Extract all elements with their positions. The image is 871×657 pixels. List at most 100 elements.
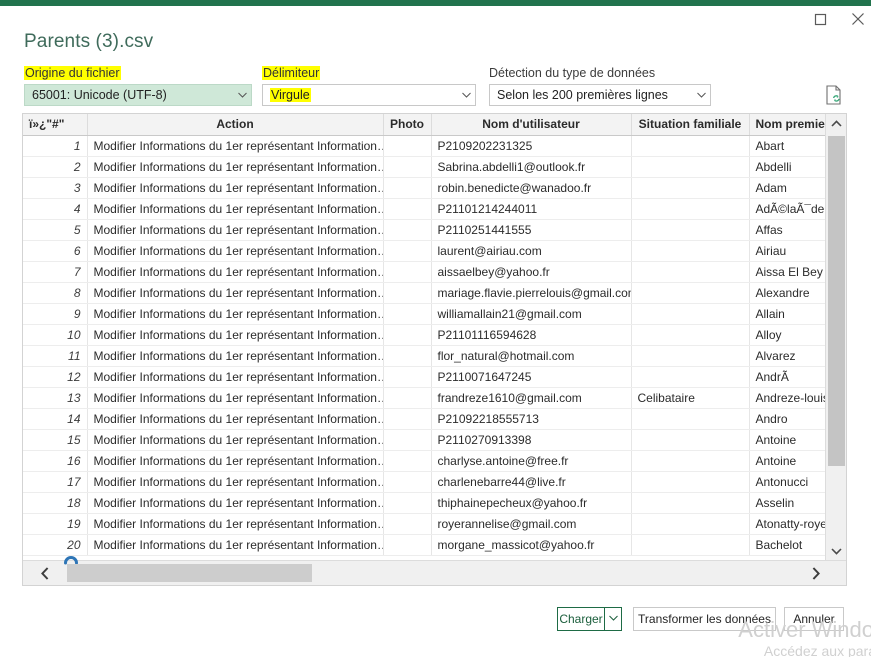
cell-photo bbox=[383, 177, 432, 199]
scroll-down-icon[interactable] bbox=[826, 542, 846, 561]
cell-marital-status bbox=[631, 324, 750, 346]
column-header-username[interactable]: Nom d'utilisateur bbox=[431, 114, 632, 136]
cell-index: 15 bbox=[23, 429, 88, 451]
delimiter-select[interactable]: Virgule bbox=[262, 84, 476, 106]
table-row: 12 Modifier Informations du 1er représent… bbox=[23, 366, 825, 388]
cell-username: royerannelise@gmail.com bbox=[431, 513, 632, 535]
table-row: 16 Modifier Informations du 1er représent… bbox=[23, 450, 825, 472]
horizontal-scroll-thumb[interactable] bbox=[67, 564, 312, 582]
cell-action: Modifier Informations du 1er représentan… bbox=[87, 198, 384, 220]
cell-first-rep-name: AndrÃ bbox=[749, 366, 825, 388]
column-header-photo[interactable]: Photo bbox=[383, 114, 432, 136]
cell-action: Modifier Informations du 1er représentan… bbox=[87, 303, 384, 325]
table-row: 15 Modifier Informations du 1er représent… bbox=[23, 429, 825, 451]
transform-data-button[interactable]: Transformer les données bbox=[633, 607, 776, 631]
cell-first-rep-name: Abdelli bbox=[749, 156, 825, 178]
cell-index: 7 bbox=[23, 261, 88, 283]
cell-username: charlyse.antoine@free.fr bbox=[431, 450, 632, 472]
cell-first-rep-name: Antoine bbox=[749, 429, 825, 451]
cell-first-rep-name: AdÃ©laÃ¯de bbox=[749, 198, 825, 220]
cell-marital-status bbox=[631, 261, 750, 283]
table-row: 6 Modifier Informations du 1er représenta… bbox=[23, 240, 825, 262]
cell-photo bbox=[383, 513, 432, 535]
table-row: 9 Modifier Informations du 1er représenta… bbox=[23, 303, 825, 325]
scroll-left-icon[interactable] bbox=[31, 561, 59, 585]
file-origin-value: 65001: Unicode (UTF-8) bbox=[32, 88, 167, 102]
cell-action: Modifier Informations du 1er représentan… bbox=[87, 513, 384, 535]
horizontal-scrollbar[interactable] bbox=[23, 556, 846, 585]
column-header-action[interactable]: Action bbox=[87, 114, 384, 136]
cell-action: Modifier Informations du 1er représentan… bbox=[87, 177, 384, 199]
power-query-navigator-dialog: Parents (3).csv Origine du fichier Délim… bbox=[0, 0, 871, 657]
cell-marital-status bbox=[631, 177, 750, 199]
load-options-dropdown-button[interactable] bbox=[605, 607, 622, 631]
cell-first-rep-name: Aissa El Bey bbox=[749, 261, 825, 283]
cell-username: thiphainepecheux@yahoo.fr bbox=[431, 492, 632, 514]
cell-photo bbox=[383, 408, 432, 430]
chevron-down-icon bbox=[233, 85, 251, 105]
cell-photo bbox=[383, 471, 432, 493]
cell-marital-status bbox=[631, 219, 750, 241]
cell-first-rep-name: Antoine bbox=[749, 450, 825, 472]
table-row: 1 Modifier Informations du 1er représenta… bbox=[23, 135, 825, 157]
cell-action: Modifier Informations du 1er représentan… bbox=[87, 324, 384, 346]
cell-photo bbox=[383, 387, 432, 409]
chevron-down-icon bbox=[457, 85, 475, 105]
cell-first-rep-name: Alexandre bbox=[749, 282, 825, 304]
cell-photo bbox=[383, 492, 432, 514]
cell-index: 3 bbox=[23, 177, 88, 199]
cell-photo bbox=[383, 282, 432, 304]
cell-photo bbox=[383, 345, 432, 367]
column-header-first-rep-name[interactable]: Nom premier rep bbox=[749, 114, 825, 136]
cell-action: Modifier Informations du 1er représentan… bbox=[87, 261, 384, 283]
chevron-down-icon bbox=[608, 615, 618, 623]
cell-index: 1 bbox=[23, 135, 88, 157]
cancel-button[interactable]: Annuler bbox=[784, 607, 844, 631]
cell-action: Modifier Informations du 1er représentan… bbox=[87, 282, 384, 304]
table-row: 8 Modifier Informations du 1er représenta… bbox=[23, 282, 825, 304]
cell-username: robin.benedicte@wanadoo.fr bbox=[431, 177, 632, 199]
cell-marital-status bbox=[631, 282, 750, 304]
cell-index: 19 bbox=[23, 513, 88, 535]
cell-index: 18 bbox=[23, 492, 88, 514]
cell-index: 20 bbox=[23, 534, 88, 556]
cell-index: 13 bbox=[23, 387, 88, 409]
cell-action: Modifier Informations du 1er représentan… bbox=[87, 387, 384, 409]
restore-window-button[interactable] bbox=[803, 6, 837, 32]
vertical-scroll-thumb[interactable] bbox=[828, 136, 845, 466]
data-type-detection-select[interactable]: Selon les 200 premières lignes bbox=[489, 84, 711, 106]
scroll-right-icon[interactable] bbox=[802, 561, 830, 585]
chevron-down-icon bbox=[692, 85, 710, 105]
cell-action: Modifier Informations du 1er représentan… bbox=[87, 471, 384, 493]
cell-username: williamallain21@gmail.com bbox=[431, 303, 632, 325]
cell-first-rep-name: Alloy bbox=[749, 324, 825, 346]
cell-first-rep-name: Andro bbox=[749, 408, 825, 430]
file-title: Parents (3).csv bbox=[24, 31, 154, 52]
cell-action: Modifier Informations du 1er représentan… bbox=[87, 219, 384, 241]
cell-first-rep-name: Bachelot bbox=[749, 534, 825, 556]
scroll-up-icon[interactable] bbox=[826, 114, 846, 133]
cell-marital-status bbox=[631, 450, 750, 472]
vertical-scrollbar[interactable] bbox=[825, 114, 846, 561]
cell-photo bbox=[383, 429, 432, 451]
cell-first-rep-name: Atonatty-royer bbox=[749, 513, 825, 535]
cell-first-rep-name: Abart bbox=[749, 135, 825, 157]
load-button[interactable]: Charger bbox=[557, 607, 605, 631]
cell-first-rep-name: Antonucci bbox=[749, 471, 825, 493]
file-refresh-icon[interactable] bbox=[824, 84, 844, 106]
file-origin-select[interactable]: 65001: Unicode (UTF-8) bbox=[24, 84, 252, 106]
close-window-button[interactable] bbox=[841, 6, 871, 32]
delimiter-label-text: Délimiteur bbox=[262, 66, 321, 80]
cell-marital-status bbox=[631, 513, 750, 535]
cell-marital-status bbox=[631, 345, 750, 367]
cell-photo bbox=[383, 450, 432, 472]
data-type-detection-label: Détection du type de données bbox=[489, 66, 656, 80]
cell-first-rep-name: Asselin bbox=[749, 492, 825, 514]
column-header-marital-status[interactable]: Situation familiale bbox=[631, 114, 750, 136]
table-row: 19 Modifier Informations du 1er représent… bbox=[23, 513, 825, 535]
column-header-index[interactable]: ï»¿"#" bbox=[23, 114, 88, 136]
cell-index: 9 bbox=[23, 303, 88, 325]
cell-index: 14 bbox=[23, 408, 88, 430]
cell-action: Modifier Informations du 1er représentan… bbox=[87, 534, 384, 556]
cell-index: 5 bbox=[23, 219, 88, 241]
